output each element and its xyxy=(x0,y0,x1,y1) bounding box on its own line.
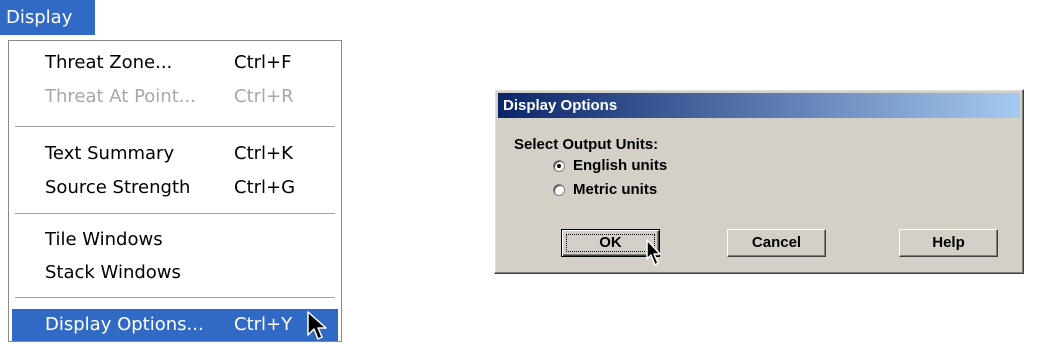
menu-item-label: Source Strength xyxy=(45,177,191,198)
menu-separator xyxy=(15,126,335,127)
cancel-button-label: Cancel xyxy=(751,234,802,251)
help-button-label: Help xyxy=(932,234,965,251)
cancel-button[interactable]: Cancel xyxy=(727,229,826,257)
menu-item-label: Tile Windows xyxy=(45,229,163,250)
menu-item-shortcut: Ctrl+G xyxy=(234,177,296,198)
menu-title-display[interactable]: Display xyxy=(0,0,95,35)
menu-item-label: Text Summary xyxy=(45,143,175,164)
menu-item-text-summary[interactable]: Text Summary Ctrl+K xyxy=(12,138,338,170)
menu-item-tile-windows[interactable]: Tile Windows xyxy=(12,224,338,256)
mouse-pointer-icon xyxy=(646,239,661,266)
menu-item-label: Threat Zone... xyxy=(45,52,173,73)
display-menu: Threat Zone... Ctrl+F Threat At Point...… xyxy=(8,40,342,342)
mouse-pointer-icon xyxy=(307,311,327,340)
menu-item-shortcut: Ctrl+Y xyxy=(234,314,293,335)
display-options-dialog: Display Options Select Output Units: Eng… xyxy=(494,89,1024,274)
menu-item-threat-at-point: Threat At Point... Ctrl+R xyxy=(12,81,338,113)
output-units-prompt: Select Output Units: xyxy=(514,136,659,153)
menu-item-stack-windows[interactable]: Stack Windows xyxy=(12,257,338,289)
focus-rectangle xyxy=(566,234,655,252)
english-units-radio[interactable] xyxy=(553,160,565,172)
menu-item-label: Threat At Point... xyxy=(45,86,196,107)
metric-units-radio[interactable] xyxy=(553,184,565,196)
radio-selected-dot xyxy=(557,164,561,168)
help-button[interactable]: Help xyxy=(899,229,998,257)
menu-item-shortcut: Ctrl+K xyxy=(234,143,293,164)
menu-item-label: Stack Windows xyxy=(45,262,181,283)
menu-item-source-strength[interactable]: Source Strength Ctrl+G xyxy=(12,172,338,204)
menu-item-shortcut: Ctrl+F xyxy=(234,52,292,73)
menu-item-shortcut: Ctrl+R xyxy=(234,86,294,107)
english-units-label[interactable]: English units xyxy=(573,157,667,174)
metric-units-label[interactable]: Metric units xyxy=(573,181,657,198)
menu-item-label: Display Options... xyxy=(45,314,204,335)
menu-item-threat-zone[interactable]: Threat Zone... Ctrl+F xyxy=(12,47,338,79)
menu-separator xyxy=(15,297,335,298)
menu-separator xyxy=(15,213,335,214)
menu-item-display-options[interactable]: Display Options... Ctrl+Y xyxy=(12,309,338,341)
dialog-titlebar[interactable]: Display Options xyxy=(498,93,1020,118)
